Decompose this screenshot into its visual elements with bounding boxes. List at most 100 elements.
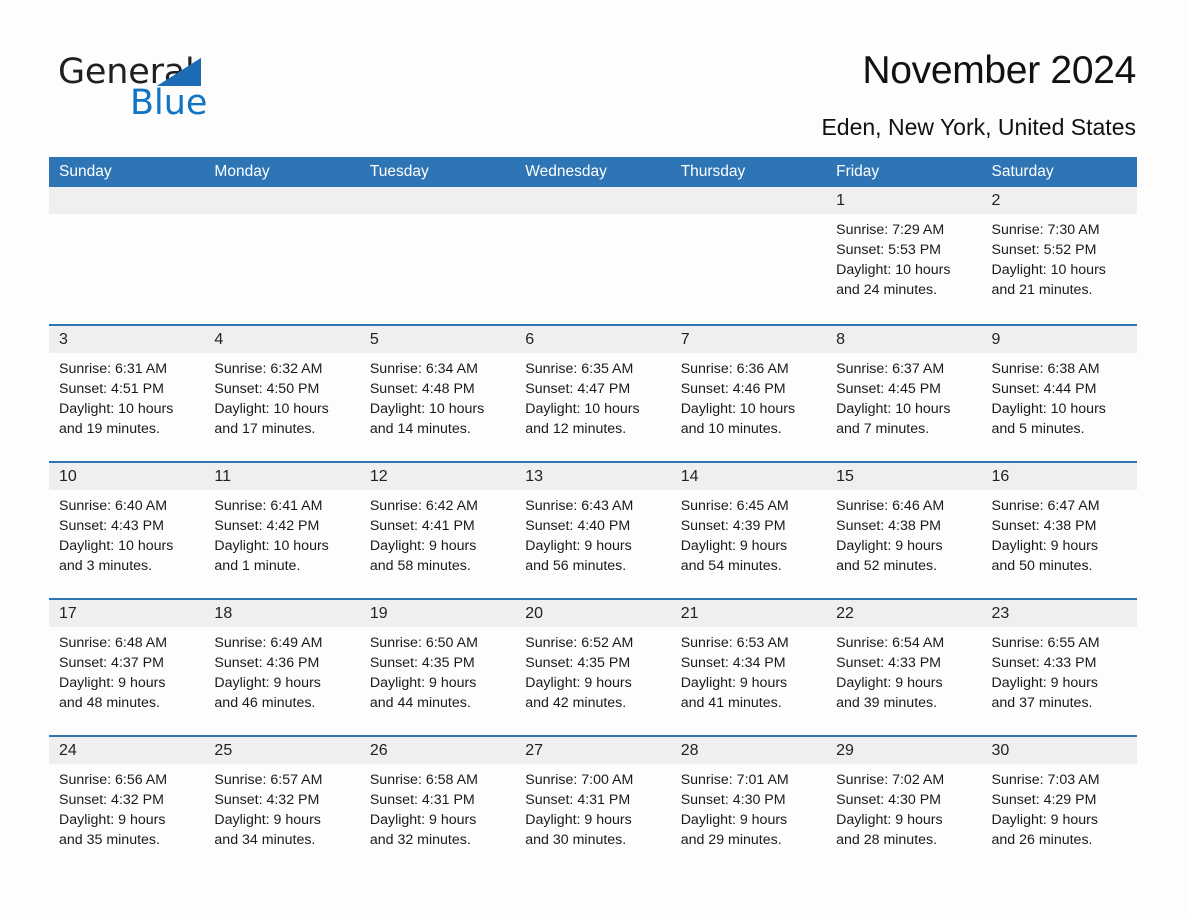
calendar-day-cell[interactable]: 23 Sunrise: 6:55 AM Sunset: 4:33 PM Dayligh… — [981, 600, 1137, 735]
sunset-time: Sunset: 5:53 PM — [836, 242, 941, 258]
calendar-day-cell[interactable]: 20 Sunrise: 6:52 AM Sunset: 4:35 PM Dayligh… — [515, 600, 671, 735]
page-location: Eden, New York, United States — [821, 114, 1136, 140]
calendar-day-cell[interactable]: 7 Sunrise: 6:36 AM Sunset: 4:46 PM Daylight… — [670, 326, 827, 461]
sunrise-time: Sunrise: 6:41 AM — [214, 498, 323, 514]
daylight-duration: Daylight: 9 hours — [525, 812, 632, 828]
calendar-table: Sunday Monday Tuesday Wednesday Thursday… — [49, 157, 1137, 872]
sunset-time: Sunset: 4:31 PM — [525, 792, 631, 808]
calendar-week-row: 3 Sunrise: 6:31 AM Sunset: 4:51 PM Daylight… — [49, 324, 1137, 461]
sunrise-time: Sunrise: 6:47 AM — [991, 498, 1100, 514]
daylight-duration: Daylight: 9 hours — [836, 675, 943, 691]
weekday-header-monday: Monday — [214, 163, 270, 180]
calendar-day-cell[interactable]: 4 Sunrise: 6:32 AM Sunset: 4:50 PM Daylight… — [204, 326, 360, 461]
calendar-week-row: 10 Sunrise: 6:40 AM Sunset: 4:43 PM Dayligh… — [49, 461, 1137, 598]
day-number: 23 — [981, 600, 1137, 627]
daylight-duration: Daylight: 9 hours — [836, 812, 943, 828]
daylight-duration: and 28 minutes. — [836, 832, 938, 848]
sunset-time: Sunset: 4:38 PM — [991, 518, 1097, 534]
calendar-day-cell[interactable]: 12 Sunrise: 6:42 AM Sunset: 4:41 PM Dayligh… — [359, 463, 516, 598]
calendar-day-cell[interactable]: 18 Sunrise: 6:49 AM Sunset: 4:36 PM Dayligh… — [204, 600, 360, 735]
daylight-duration: and 7 minutes. — [836, 421, 930, 437]
calendar-day-cell[interactable]: 16 Sunrise: 6:47 AM Sunset: 4:38 PM Dayligh… — [981, 463, 1137, 598]
calendar-day-cell[interactable]: 5 Sunrise: 6:34 AM Sunset: 4:48 PM Daylight… — [359, 326, 516, 461]
weekday-header-tuesday: Tuesday — [369, 163, 429, 180]
daylight-duration: and 21 minutes. — [991, 282, 1093, 298]
day-details: Sunrise: 6:41 AM Sunset: 4:42 PM Daylight:… — [204, 490, 359, 576]
sunrise-time: Sunrise: 7:01 AM — [680, 772, 789, 788]
calendar-day-cell[interactable]: 14 Sunrise: 6:45 AM Sunset: 4:39 PM Dayligh… — [670, 463, 827, 598]
weekday-header-row: Sunday Monday Tuesday Wednesday Thursday… — [49, 157, 1137, 187]
day-details: Sunrise: 7:03 AM Sunset: 4:29 PM Daylight:… — [982, 764, 1137, 850]
sunrise-time: Sunrise: 6:50 AM — [369, 635, 478, 651]
day-number: 5 — [359, 326, 516, 353]
calendar-day-cell[interactable]: 27 Sunrise: 7:00 AM Sunset: 4:31 PM Dayligh… — [515, 737, 671, 872]
sunrise-time: Sunrise: 6:45 AM — [680, 498, 789, 514]
day-details: Sunrise: 6:48 AM Sunset: 4:37 PM Daylight:… — [49, 627, 204, 713]
calendar-day-cell[interactable]: 24 Sunrise: 6:56 AM Sunset: 4:32 PM Dayligh… — [49, 737, 205, 872]
day-number: 19 — [359, 600, 516, 627]
daylight-duration: Daylight: 10 hours — [991, 401, 1106, 417]
calendar-day-cell[interactable]: 2 Sunrise: 7:30 AM Sunset: 5:52 PM Daylight… — [981, 187, 1137, 324]
day-details: Sunrise: 6:42 AM Sunset: 4:41 PM Daylight:… — [360, 490, 515, 576]
calendar-day-cell[interactable]: 19 Sunrise: 6:50 AM Sunset: 4:35 PM Dayligh… — [359, 600, 516, 735]
calendar-day-cell[interactable]: 25 Sunrise: 6:57 AM Sunset: 4:32 PM Dayligh… — [204, 737, 360, 872]
daylight-duration: and 48 minutes. — [59, 695, 160, 711]
calendar-day-cell[interactable]: 3 Sunrise: 6:31 AM Sunset: 4:51 PM Daylight… — [49, 326, 205, 461]
calendar-day-cell[interactable]: 26 Sunrise: 6:58 AM Sunset: 4:31 PM Dayligh… — [359, 737, 516, 872]
page-title: November 2024 — [862, 49, 1136, 92]
calendar-day-cell[interactable]: 15 Sunrise: 6:46 AM Sunset: 4:38 PM Dayligh… — [826, 463, 982, 598]
sunrise-time: Sunrise: 6:37 AM — [836, 361, 945, 377]
day-details: Sunrise: 7:00 AM Sunset: 4:31 PM Daylight:… — [515, 764, 670, 850]
day-number: 15 — [826, 463, 982, 490]
daylight-duration: and 5 minutes. — [991, 421, 1085, 437]
brand-logo[interactable]: General Blue — [58, 52, 318, 123]
daylight-duration: and 32 minutes. — [369, 832, 471, 848]
sunset-time: Sunset: 4:33 PM — [991, 655, 1097, 671]
daylight-duration: and 50 minutes. — [991, 558, 1093, 574]
calendar-day-cell[interactable]: 30 Sunrise: 7:03 AM Sunset: 4:29 PM Dayligh… — [981, 737, 1137, 872]
daylight-duration: Daylight: 9 hours — [214, 675, 321, 691]
sunrise-time: Sunrise: 6:48 AM — [59, 635, 168, 651]
sunrise-time: Sunrise: 7:30 AM — [991, 222, 1100, 238]
sunset-time: Sunset: 4:40 PM — [525, 518, 631, 534]
sunset-time: Sunset: 4:41 PM — [369, 518, 475, 534]
day-number: 18 — [204, 600, 360, 627]
calendar-day-cell[interactable]: 21 Sunrise: 6:53 AM Sunset: 4:34 PM Dayligh… — [670, 600, 827, 735]
calendar-day-cell[interactable]: 17 Sunrise: 6:48 AM Sunset: 4:37 PM Dayligh… — [49, 600, 205, 735]
day-details: Sunrise: 7:29 AM Sunset: 5:53 PM Daylight:… — [826, 214, 981, 300]
calendar-week-row: 17 Sunrise: 6:48 AM Sunset: 4:37 PM Dayligh… — [49, 598, 1137, 735]
day-number: 13 — [515, 463, 671, 490]
daylight-duration: Daylight: 10 hours — [214, 538, 329, 554]
day-number: 11 — [204, 463, 360, 490]
sunrise-time: Sunrise: 6:36 AM — [680, 361, 789, 377]
daylight-duration: and 12 minutes. — [525, 421, 627, 437]
sunset-time: Sunset: 4:46 PM — [680, 381, 786, 397]
day-details: Sunrise: 7:01 AM Sunset: 4:30 PM Daylight:… — [671, 764, 826, 850]
daylight-duration: and 17 minutes. — [214, 421, 316, 437]
sunrise-time: Sunrise: 6:35 AM — [525, 361, 634, 377]
sunrise-time: Sunrise: 6:52 AM — [525, 635, 634, 651]
calendar-day-cell[interactable]: 13 Sunrise: 6:43 AM Sunset: 4:40 PM Dayligh… — [515, 463, 671, 598]
sunset-time: Sunset: 4:32 PM — [214, 792, 320, 808]
calendar-day-cell[interactable]: 1 Sunrise: 7:29 AM Sunset: 5:53 PM Daylight… — [826, 187, 982, 324]
calendar-day-cell[interactable]: 9 Sunrise: 6:38 AM Sunset: 4:44 PM Daylight… — [981, 326, 1137, 461]
day-number: 25 — [204, 737, 360, 764]
daylight-duration: and 56 minutes. — [525, 558, 627, 574]
day-number: 7 — [670, 326, 827, 353]
calendar-day-cell[interactable]: 28 Sunrise: 7:01 AM Sunset: 4:30 PM Dayligh… — [670, 737, 827, 872]
sunset-time: Sunset: 4:30 PM — [836, 792, 941, 808]
day-number — [49, 187, 205, 214]
calendar-day-cell[interactable]: 8 Sunrise: 6:37 AM Sunset: 4:45 PM Daylight… — [826, 326, 982, 461]
calendar-day-cell[interactable]: 29 Sunrise: 7:02 AM Sunset: 4:30 PM Dayligh… — [826, 737, 982, 872]
calendar-day-cell-empty — [359, 187, 516, 324]
day-number: 17 — [49, 600, 205, 627]
sunset-time: Sunset: 4:48 PM — [369, 381, 475, 397]
sunset-time: Sunset: 4:47 PM — [525, 381, 631, 397]
day-details: Sunrise: 6:31 AM Sunset: 4:51 PM Daylight:… — [49, 353, 204, 439]
calendar-day-cell[interactable]: 6 Sunrise: 6:35 AM Sunset: 4:47 PM Daylight… — [515, 326, 671, 461]
calendar-weeks: 1 Sunrise: 7:29 AM Sunset: 5:53 PM Daylight… — [49, 187, 1137, 872]
calendar-day-cell[interactable]: 10 Sunrise: 6:40 AM Sunset: 4:43 PM Dayligh… — [49, 463, 205, 598]
day-number: 24 — [49, 737, 205, 764]
calendar-day-cell[interactable]: 11 Sunrise: 6:41 AM Sunset: 4:42 PM Dayligh… — [204, 463, 360, 598]
calendar-day-cell[interactable]: 22 Sunrise: 6:54 AM Sunset: 4:33 PM Dayligh… — [826, 600, 982, 735]
